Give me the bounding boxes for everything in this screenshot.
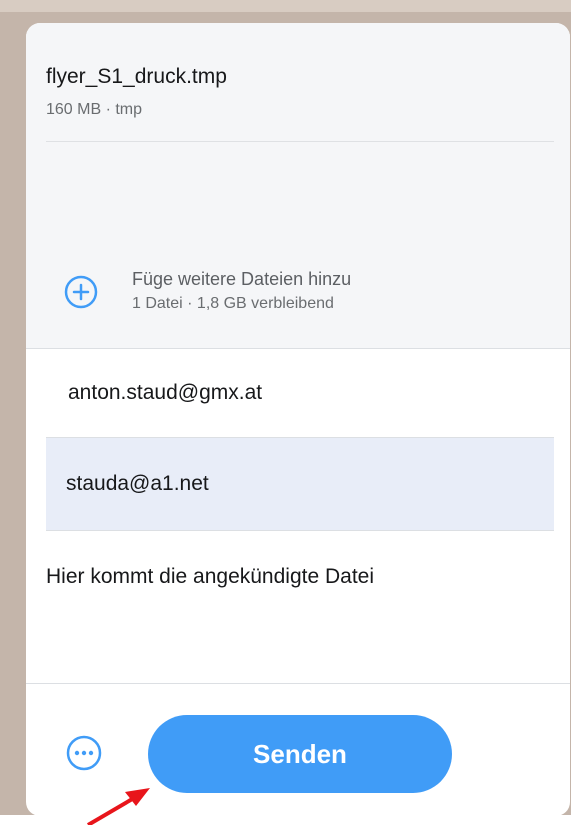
file-list: flyer_S1_druck.tmp 160 MB · tmp Füge wei… [26,23,570,348]
email-to-field[interactable] [46,349,554,437]
annotation-arrow [86,788,150,825]
add-files-button[interactable]: Füge weitere Dateien hinzu 1 Datei · 1,8… [64,265,524,325]
transfer-panel: flyer_S1_druck.tmp 160 MB · tmp Füge wei… [26,23,570,816]
add-files-title: Füge weitere Dateien hinzu [132,269,352,289]
plus-circle-icon [64,275,98,309]
file-name: flyer_S1_druck.tmp [46,65,227,88]
email-from-field[interactable] [46,438,554,530]
field-divider [46,530,554,531]
file-divider [46,141,554,142]
add-files-subtitle: 1 Datei · 1,8 GB verbleibend [132,295,334,312]
footer-divider [26,683,570,684]
file-meta: 160 MB · tmp [46,101,143,118]
message-field[interactable]: Hier kommt die angekündigte Datei [46,563,554,678]
background-strip [0,0,571,12]
send-button[interactable]: Senden [148,715,452,793]
